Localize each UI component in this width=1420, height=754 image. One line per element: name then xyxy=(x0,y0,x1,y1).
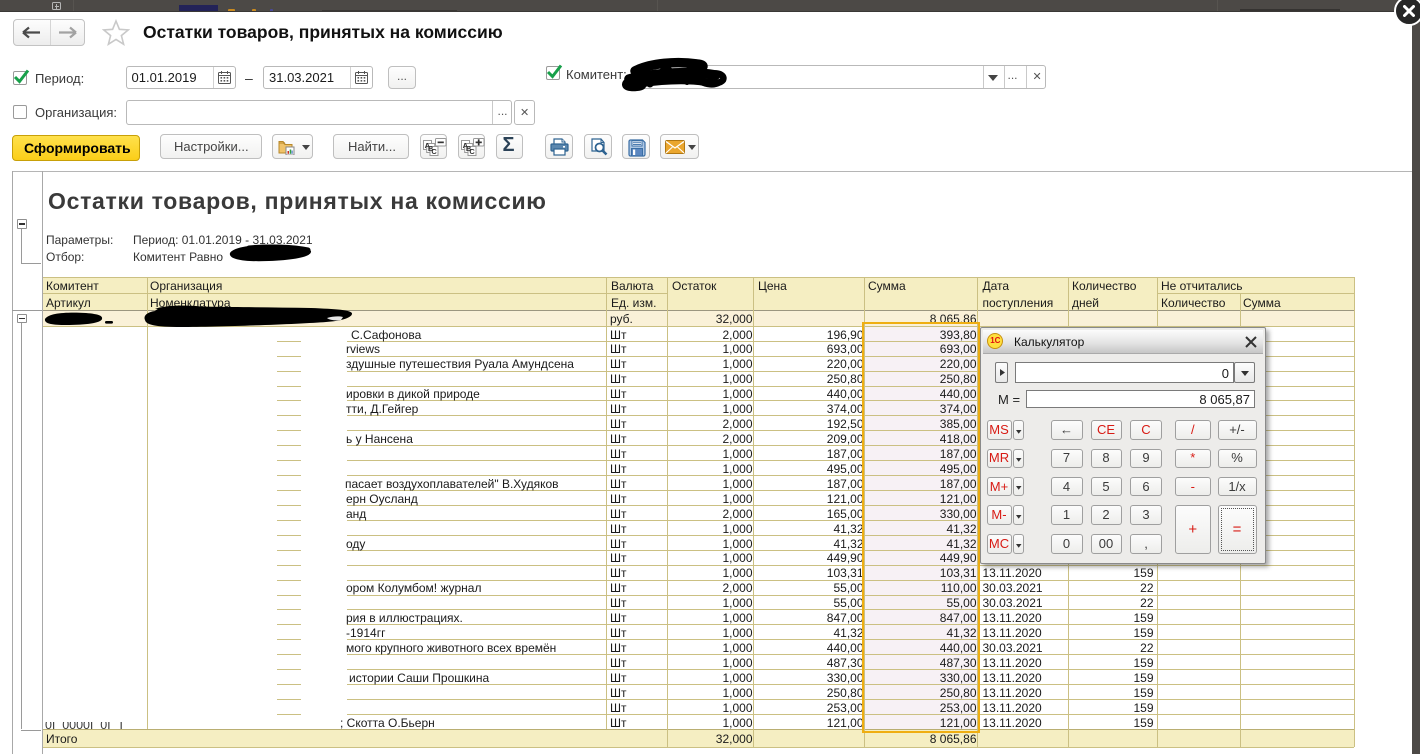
svg-text:C: C xyxy=(469,147,475,156)
svg-text:C: C xyxy=(431,147,437,156)
